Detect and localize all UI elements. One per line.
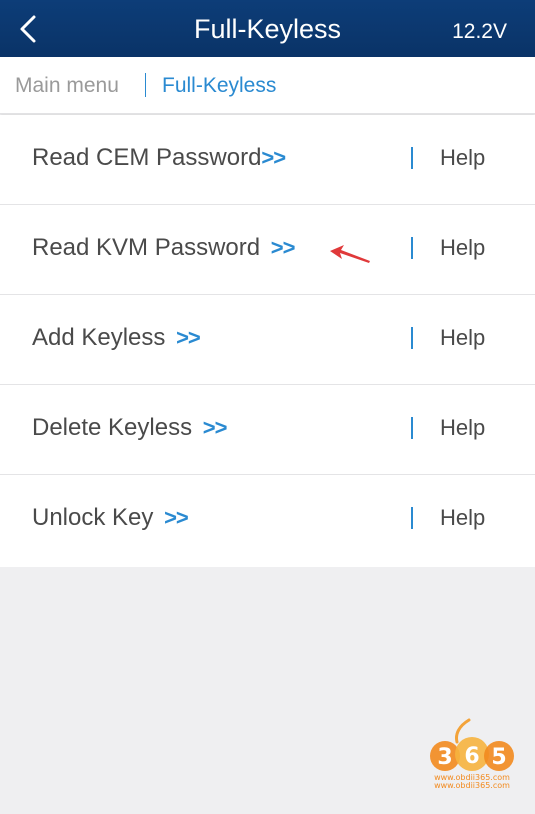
menu-item-label: Read CEM Password>> bbox=[32, 144, 286, 171]
breadcrumb-separator bbox=[145, 73, 146, 97]
help-separator bbox=[411, 417, 413, 439]
double-chevron-icon: >> bbox=[261, 145, 286, 170]
help-button[interactable]: Help bbox=[440, 144, 485, 172]
breadcrumb: Main menu Full-Keyless bbox=[0, 57, 535, 114]
unlock-key-button[interactable]: Unlock Key >> bbox=[0, 475, 400, 567]
help-button[interactable]: Help bbox=[440, 234, 485, 262]
help-button[interactable]: Help bbox=[440, 324, 485, 352]
obdii365-logo-icon: 3 6 5 www.obdii365.com www.obdii365.com bbox=[430, 718, 514, 790]
breadcrumb-main-menu[interactable]: Main menu bbox=[15, 73, 119, 99]
help-button[interactable]: Help bbox=[440, 414, 485, 442]
double-chevron-icon: >> bbox=[176, 325, 201, 350]
menu-item-delete-keyless: Delete Keyless >> Help bbox=[0, 385, 535, 475]
help-separator bbox=[411, 507, 413, 529]
watermark-url-2: www.obdii365.com bbox=[434, 781, 510, 790]
menu-item-unlock-key: Unlock Key >> Help bbox=[0, 475, 535, 567]
svg-text:6: 6 bbox=[464, 744, 479, 769]
help-separator bbox=[411, 147, 413, 169]
help-button[interactable]: Help bbox=[440, 504, 485, 532]
menu-item-add-keyless: Add Keyless >> Help bbox=[0, 295, 535, 385]
double-chevron-icon: >> bbox=[202, 415, 228, 440]
top-bar: Full-Keyless 12.2V bbox=[0, 0, 535, 57]
menu-item-label: Delete Keyless >> bbox=[32, 414, 228, 441]
menu-item-label: Read KVM Password >> bbox=[32, 234, 296, 261]
menu-item-label: Unlock Key >> bbox=[32, 504, 189, 531]
double-chevron-icon: >> bbox=[270, 235, 296, 260]
double-chevron-icon: >> bbox=[164, 505, 189, 530]
add-keyless-button[interactable]: Add Keyless >> bbox=[0, 295, 400, 384]
help-separator bbox=[411, 327, 413, 349]
menu-item-label: Add Keyless >> bbox=[32, 324, 201, 351]
delete-keyless-button[interactable]: Delete Keyless >> bbox=[0, 385, 400, 474]
help-separator bbox=[411, 237, 413, 259]
svg-text:3: 3 bbox=[437, 745, 452, 770]
function-menu: Read CEM Password>> Help Read KVM Passwo… bbox=[0, 115, 535, 567]
svg-text:5: 5 bbox=[491, 745, 506, 770]
breadcrumb-current: Full-Keyless bbox=[162, 74, 277, 97]
annotation-arrow-icon bbox=[330, 245, 370, 263]
menu-item-read-kvm-password: Read KVM Password >> Help bbox=[0, 205, 535, 295]
read-cem-password-button[interactable]: Read CEM Password>> bbox=[0, 115, 400, 204]
menu-item-read-cem-password: Read CEM Password>> Help bbox=[0, 115, 535, 205]
battery-voltage: 12.2V bbox=[452, 20, 507, 43]
